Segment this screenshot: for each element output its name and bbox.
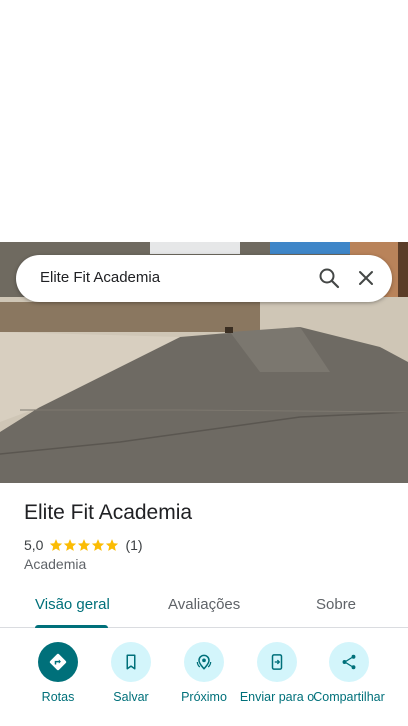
directions-button[interactable]: Rotas (18, 640, 98, 704)
star-icon (78, 539, 91, 551)
star-icon (106, 539, 119, 551)
action-buttons: Rotas Salvar Próximo Enviar para o Compa… (0, 640, 408, 726)
tab-about[interactable]: Sobre (316, 596, 356, 613)
nearby-button[interactable]: Próximo (164, 640, 244, 704)
send-to-phone-button[interactable]: Enviar para o (237, 640, 317, 704)
place-title: Elite Fit Academia (24, 501, 193, 524)
star-icon (50, 539, 63, 551)
nearby-label: Próximo (181, 690, 227, 704)
active-tab-indicator (35, 625, 108, 628)
review-count[interactable]: (1) (125, 537, 142, 553)
directions-label: Rotas (41, 690, 75, 704)
bookmark-icon (111, 642, 151, 682)
star-icon (92, 539, 105, 551)
rating-stars (49, 538, 119, 552)
nearby-icon (184, 642, 224, 682)
close-icon[interactable] (356, 268, 376, 288)
directions-icon (38, 642, 78, 682)
send-to-phone-label: Enviar para o (239, 690, 315, 704)
rating-value: 5,0 (24, 537, 44, 553)
search-query-text[interactable]: Elite Fit Academia (40, 269, 160, 286)
place-tabs: Visão geral Avaliações Sobre (0, 584, 408, 628)
send-to-phone-icon (257, 642, 297, 682)
rating-row[interactable]: 5,0 (1) (24, 536, 143, 554)
share-button[interactable]: Compartilhar (309, 640, 389, 704)
map-blank-area (0, 0, 408, 242)
tab-overview[interactable]: Visão geral (35, 596, 110, 613)
share-icon (329, 642, 369, 682)
save-label: Salvar (113, 690, 149, 704)
tab-reviews[interactable]: Avaliações (168, 596, 240, 613)
place-category[interactable]: Academia (24, 556, 86, 572)
search-icon[interactable] (317, 266, 341, 290)
search-bar[interactable]: Elite Fit Academia (16, 255, 392, 302)
star-icon (64, 539, 77, 551)
save-button[interactable]: Salvar (91, 640, 171, 704)
share-label: Compartilhar (313, 690, 385, 704)
